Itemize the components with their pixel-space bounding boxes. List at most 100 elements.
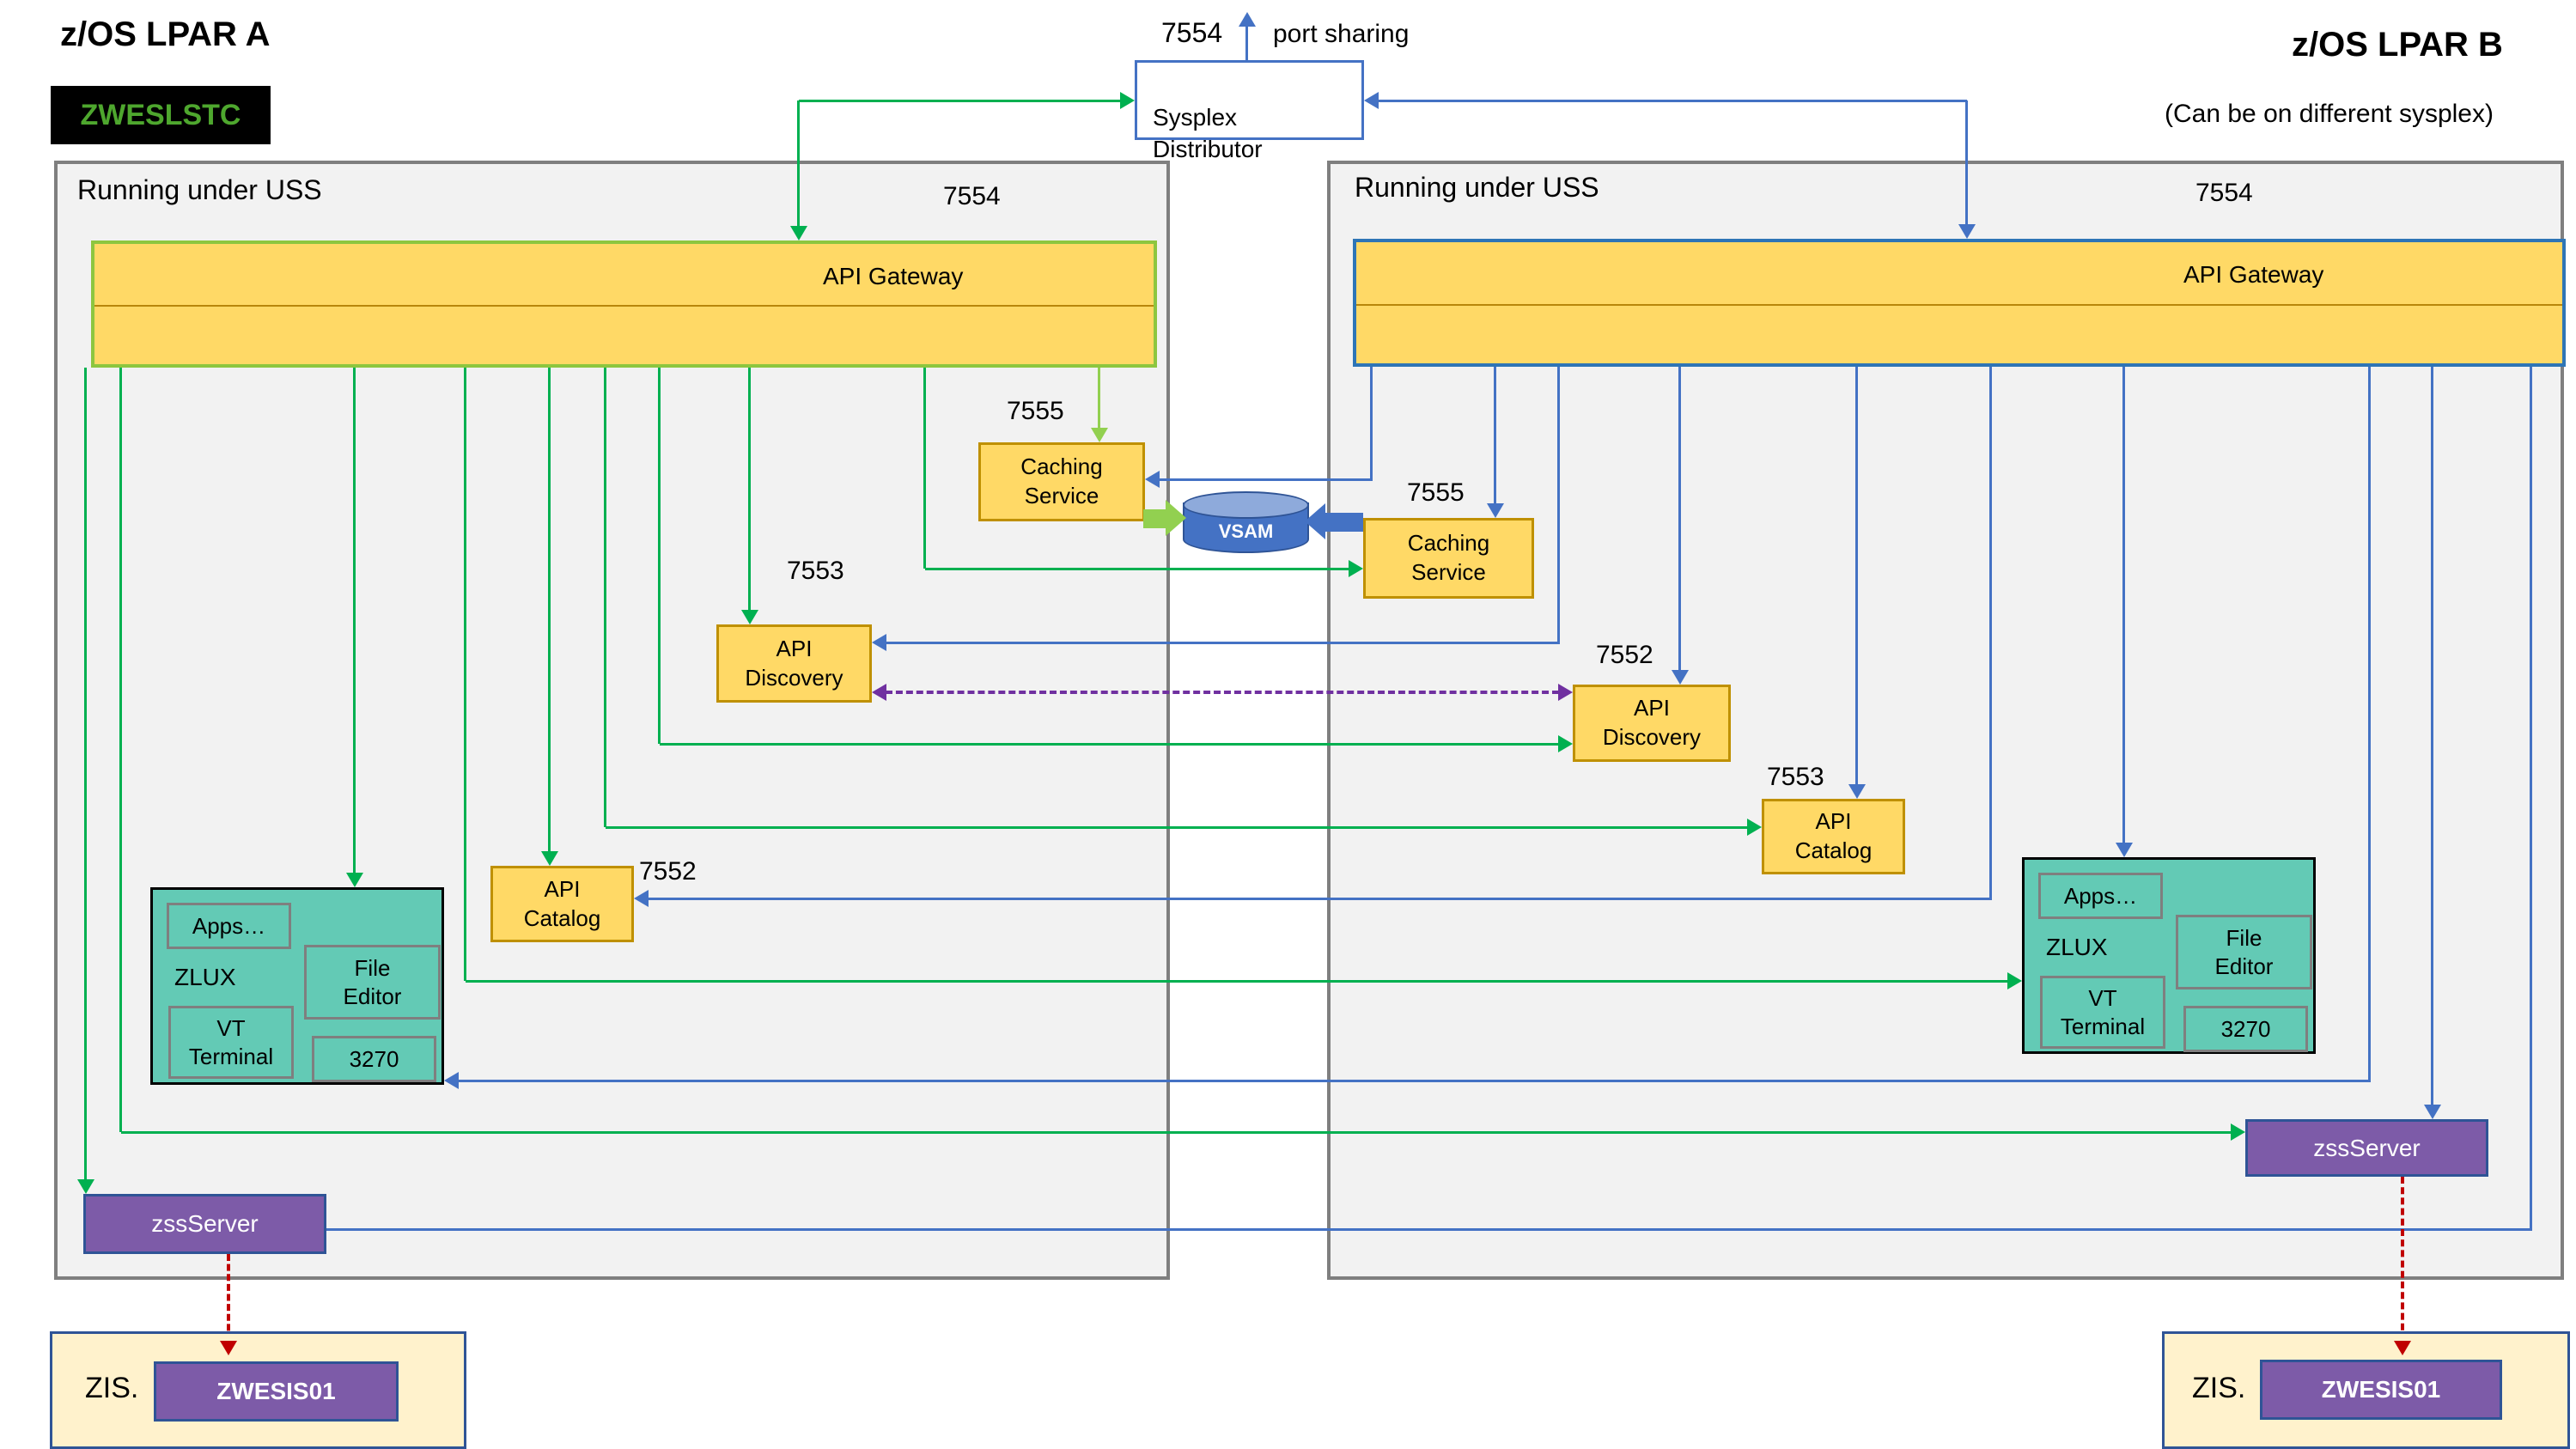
shared-port-label: 7554 [1161, 17, 1222, 49]
api-gateway-a: API Gateway [91, 240, 1157, 368]
arrowhead-gwB-zluxB [2116, 843, 2133, 857]
edge-gwB-sysplex-vline [1965, 100, 1968, 224]
arrowhead-gwA-zluxB [2007, 972, 2022, 989]
port-sharing-label: port sharing [1273, 20, 1409, 49]
arrowhead-zssA-zwesis01A [220, 1341, 237, 1355]
edge-gwA-cachingB-hline [925, 568, 1349, 570]
arrowhead-gwA-cachingB [1349, 560, 1363, 577]
zowe-sysplex-diagram: z/OS LPAR A ZWESLSTC z/OS LPAR B (Can be… [0, 0, 2576, 1449]
lpar-b-subtitle: (Can be on different sysplex) [2165, 100, 2494, 129]
arrowhead-gwB-catalogA [634, 890, 649, 907]
lpar-b-title: z/OS LPAR B [2292, 26, 2503, 64]
edge-gwA-catalogB-hline [606, 826, 1747, 829]
zis-box-a: ZIS. ZWESIS01 [50, 1331, 466, 1449]
edge-gwB-zssB-line [2431, 367, 2433, 1105]
vsam-cylinder-top [1183, 491, 1309, 519]
arrowhead-gwA-cachingA [1091, 428, 1108, 442]
api-gateway-a-label: API Gateway [823, 263, 963, 290]
edge-gwB-sysplex-hline [1378, 100, 1967, 102]
port-sharing-arrow-line [1245, 27, 1248, 60]
edge-gwA-discoveryB-vline [658, 368, 661, 744]
zlux-a-vt-terminal-box: VT Terminal [168, 1006, 294, 1079]
edge-gwB-discoveryB-line [1678, 367, 1681, 670]
zweslstc-badge-label: ZWESLSTC [81, 99, 241, 132]
api-catalog-a: API Catalog [490, 866, 634, 942]
arrowhead-gwA-zluxA [346, 873, 363, 887]
edge-zssB-zwesis01B-dashed [2401, 1177, 2404, 1341]
zlux-b-vt-terminal-box: VT Terminal [2040, 976, 2165, 1049]
gateway-a-port: 7554 [943, 182, 1001, 211]
edge-cachingA-vsam-shaft [1143, 509, 1166, 528]
edge-cachingA-vsam-arrowhead [1166, 500, 1186, 536]
edge-gwA-cachingB-vline [923, 368, 926, 569]
edge-cachingB-vsam-shaft [1325, 513, 1363, 532]
caching-service-a: Caching Service [978, 442, 1145, 521]
api-discovery-a: API Discovery [716, 624, 872, 703]
edge-gwA-cachingA-line [1098, 368, 1100, 428]
arrowhead-gwB-discoveryB [1672, 670, 1689, 685]
zss-server-a: zssServer [83, 1194, 326, 1254]
zlux-a-3270-box: 3270 [312, 1036, 436, 1082]
edge-gwA-catalogA-line [548, 368, 551, 851]
gateway-b-port: 7554 [2195, 179, 2253, 208]
edge-gwA-sysplex-vline [797, 100, 800, 226]
edge-gwB-catalogA-vline [1989, 367, 1992, 900]
caching-b-port: 7555 [1407, 478, 1465, 508]
edge-gwA-zluxA-line [353, 368, 356, 873]
edge-gwB-zluxA-hline [458, 1080, 2370, 1082]
edge-gwA-zluxB-hline [466, 980, 2007, 983]
edge-cachingB-vsam-arrowhead [1305, 503, 1325, 539]
arrowhead-discoveryA-discoveryB [1558, 684, 1573, 701]
api-gateway-b: API Gateway [1353, 239, 2566, 367]
zwesis01-a: ZWESIS01 [154, 1361, 399, 1422]
edge-gwB-catalogB-line [1855, 367, 1858, 784]
sysplex-distributor-label: Sysplex Distributor [1153, 104, 1263, 161]
caching-service-b: Caching Service [1363, 518, 1534, 599]
zwesis01-b: ZWESIS01 [2260, 1360, 2502, 1420]
arrowhead-discoveryB-discoveryA [872, 684, 886, 701]
edge-gwA-catalogB-vline [604, 368, 606, 827]
arrowhead-gwB-cachingA [1145, 471, 1160, 488]
edge-gwB-zluxB-line [2122, 367, 2125, 843]
catalog-a-port: 7552 [639, 857, 697, 886]
arrowhead-gwB-zluxA [444, 1072, 459, 1089]
arrowhead-gwA-zssA [77, 1179, 94, 1194]
edge-gwB-discoveryA-vline [1557, 367, 1560, 644]
edge-gwA-zssB-hline [121, 1131, 2231, 1134]
edge-gwA-zssA-line [84, 368, 87, 1180]
arrowhead-gwB-zssB [2424, 1105, 2441, 1119]
zis-box-b: ZIS. ZWESIS01 [2162, 1331, 2570, 1449]
edge-gwA-discoveryA-line [748, 368, 751, 610]
api-gateway-b-label: API Gateway [2183, 261, 2323, 289]
edge-zssA-zwesis01A-dashed [227, 1254, 230, 1341]
edge-gwB-cachingA-hline [1159, 478, 1372, 481]
discovery-a-port: 7553 [787, 557, 844, 586]
edge-gwA-zssB-vline [119, 368, 122, 1132]
arrowhead-gwA-discoveryB [1558, 735, 1573, 752]
gateway-b-divider [1356, 304, 2562, 306]
arrowhead-sysplex-gwB [1958, 224, 1976, 239]
zlux-b-apps-box: Apps… [2038, 873, 2163, 919]
arrowhead-gwA-zssB [2231, 1123, 2245, 1141]
edge-discoveryA-discoveryB-dashed [886, 691, 1559, 694]
zlux-b-file-editor-box: File Editor [2176, 915, 2312, 989]
edge-gwA-zluxB-vline [464, 368, 466, 981]
edge-gwB-zssA-vline [2530, 367, 2532, 1231]
edge-gwB-zluxA-vline [2368, 367, 2371, 1082]
arrowhead-gwB-catalogB [1848, 784, 1866, 799]
arrowhead-zssB-zwesis01B [2394, 1341, 2411, 1355]
api-catalog-b: API Catalog [1762, 799, 1905, 874]
edge-gwB-cachingA-vline [1370, 367, 1373, 481]
arrowhead-gwA-catalogA [541, 851, 558, 866]
discovery-b-port: 7552 [1596, 641, 1653, 670]
arrowhead-gwB-sysplex [1364, 92, 1379, 109]
zlux-a-file-editor-box: File Editor [304, 945, 441, 1020]
zweslstc-badge: ZWESLSTC [51, 86, 271, 144]
api-discovery-b: API Discovery [1573, 685, 1731, 762]
uss-b-label: Running under USS [1355, 172, 1599, 204]
lpar-a-title: z/OS LPAR A [60, 15, 270, 54]
edge-gwB-cachingB-line [1494, 367, 1496, 503]
sysplex-distributor-box: Sysplex Distributor [1135, 60, 1364, 140]
arrowhead-gwB-cachingB [1487, 503, 1504, 518]
zlux-b-label: ZLUX [2046, 934, 2108, 961]
